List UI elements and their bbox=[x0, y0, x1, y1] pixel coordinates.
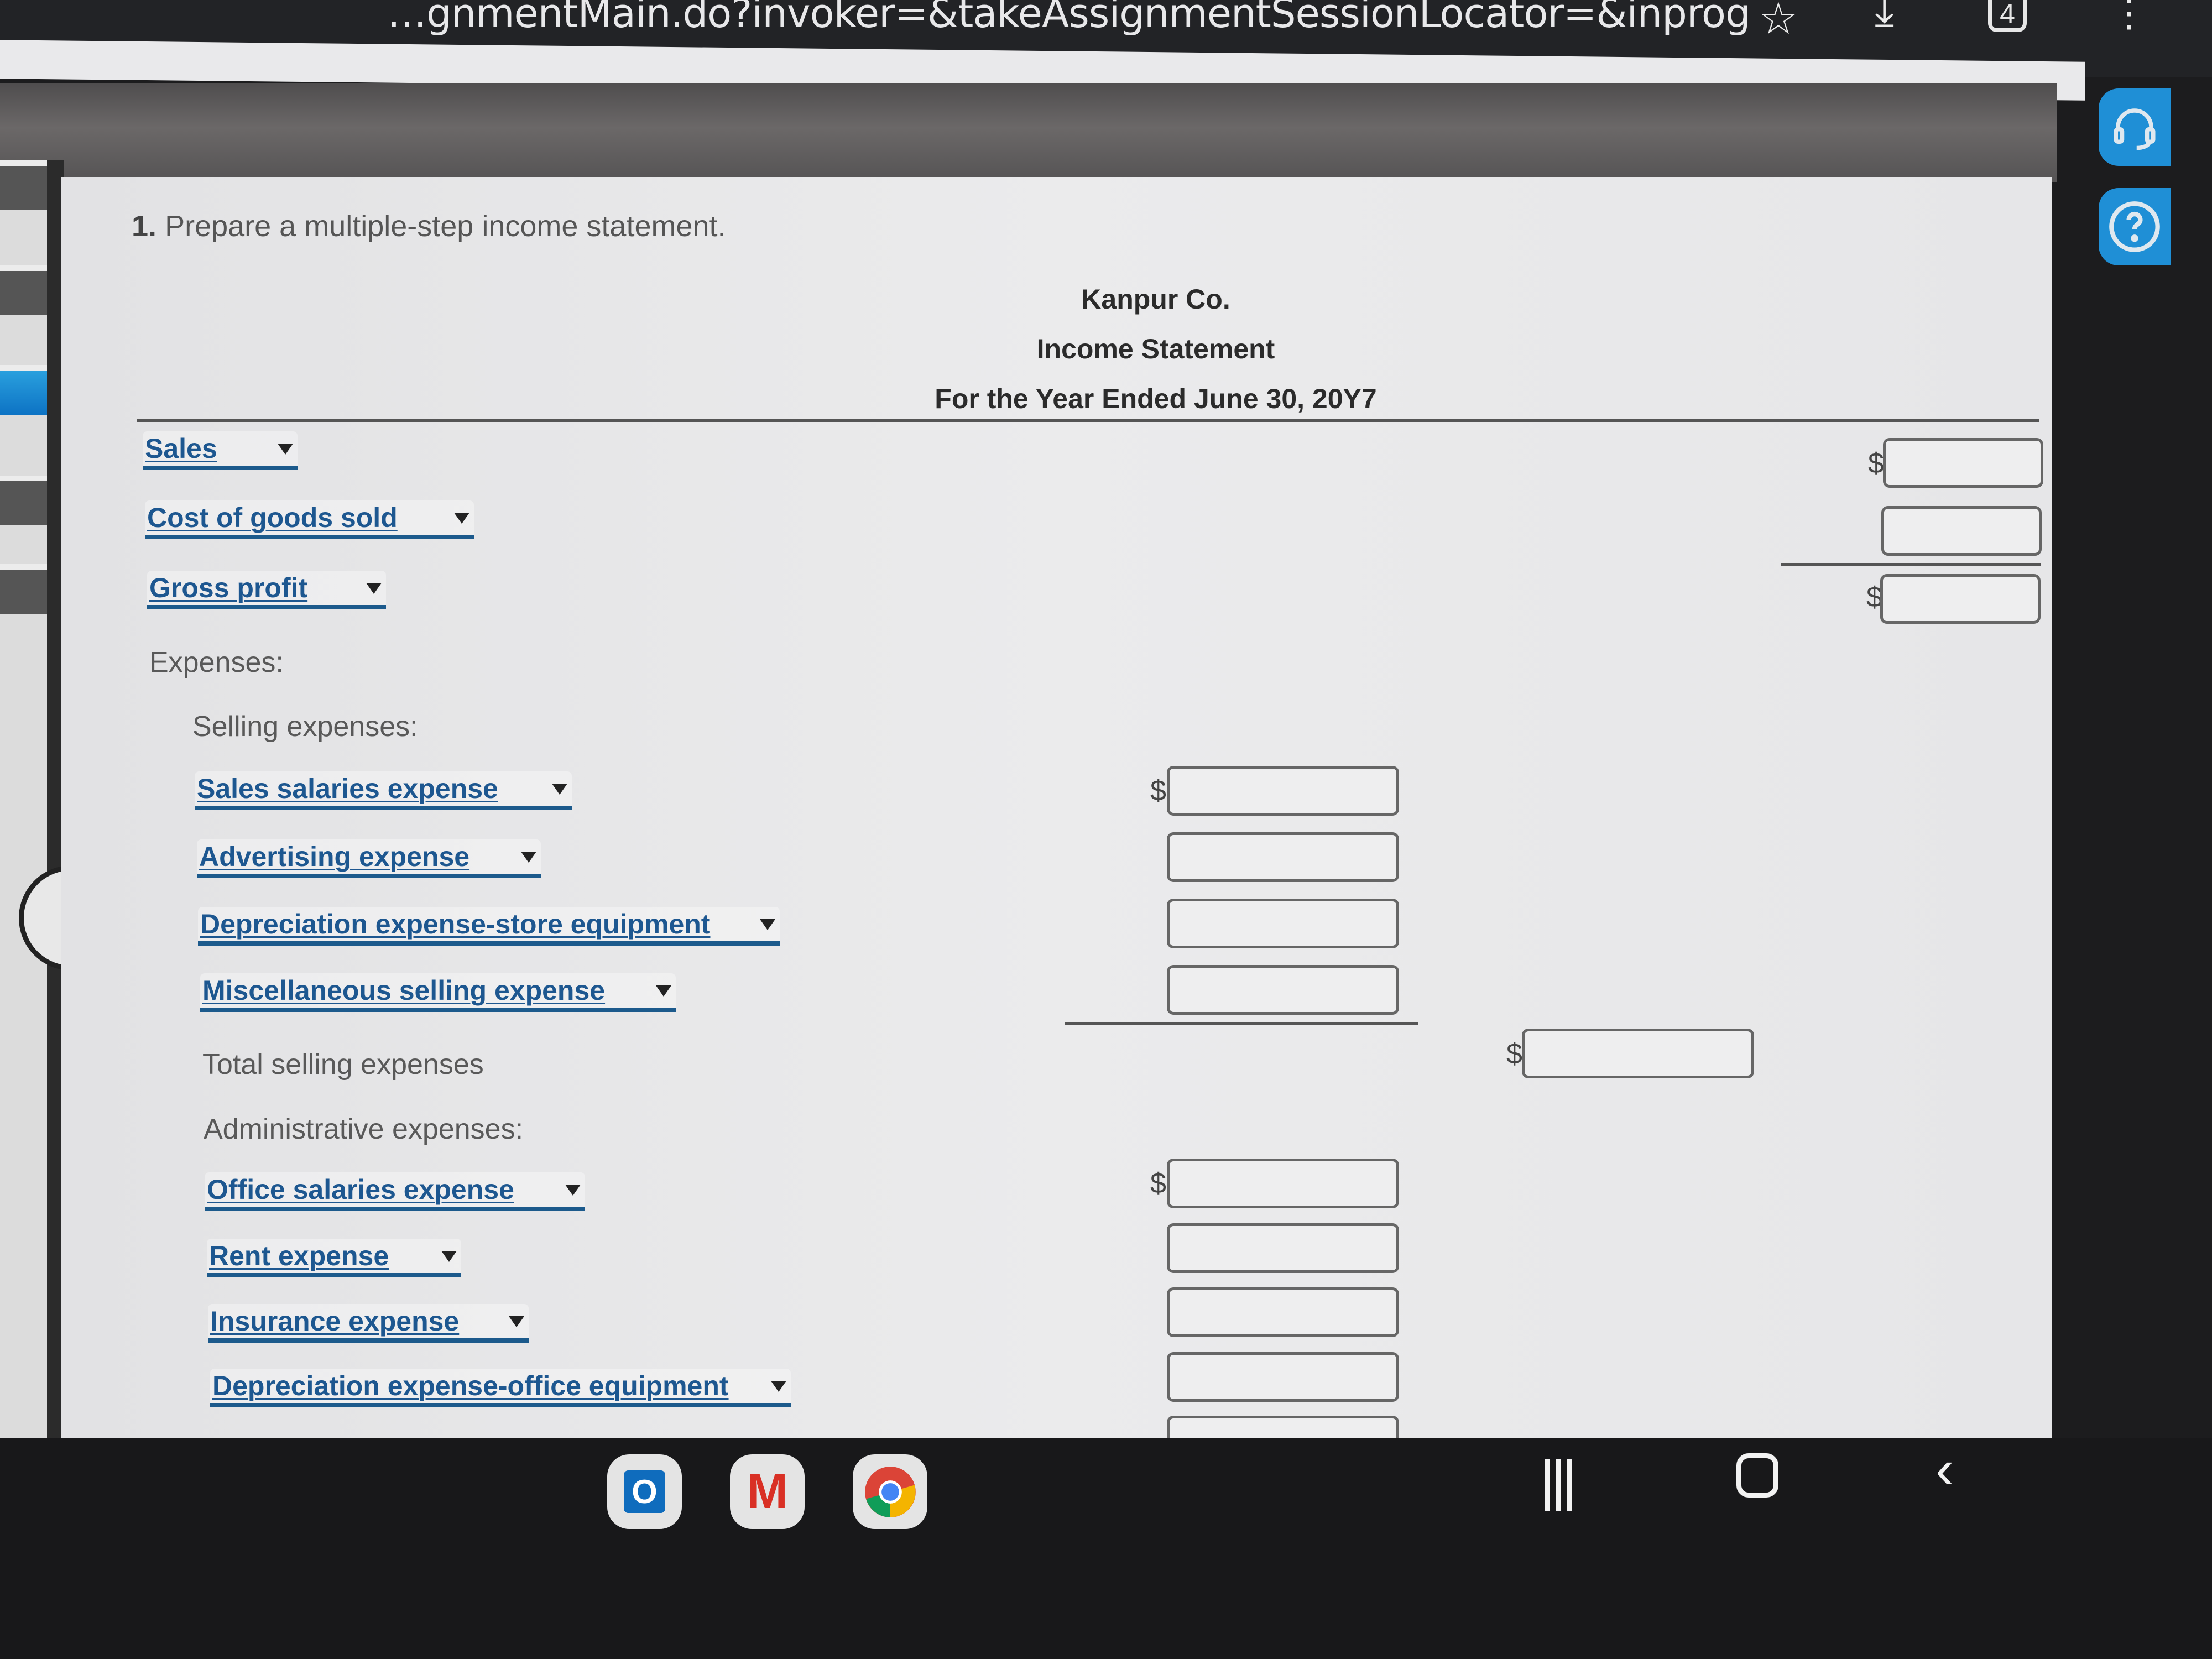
admin-expense-dropdown[interactable]: Depreciation expense-office equipment bbox=[210, 1369, 791, 1407]
more-menu-icon[interactable]: ⋮ bbox=[2110, 0, 2148, 32]
selling-expense-amount-input[interactable] bbox=[1167, 766, 1399, 816]
dropdown-label: Miscellaneous selling expense bbox=[202, 975, 606, 1006]
gross-profit-amount-input[interactable] bbox=[1880, 574, 2041, 624]
admin-expense-amount-input-partial[interactable] bbox=[1167, 1416, 1399, 1438]
currency-symbol: $ bbox=[1868, 447, 1884, 479]
expenses-label: Expenses: bbox=[149, 646, 284, 679]
selling-expense-amount-input[interactable] bbox=[1167, 899, 1399, 948]
dropdown-label: Rent expense bbox=[209, 1240, 389, 1271]
selling-expense-amount-input[interactable] bbox=[1167, 832, 1399, 882]
admin-expense-amount-input[interactable] bbox=[1167, 1352, 1399, 1402]
bookmark-star-icon[interactable]: ☆ bbox=[1759, 0, 1798, 41]
question-tab[interactable] bbox=[0, 476, 47, 525]
dropdown-label: Depreciation expense-office equipment bbox=[212, 1370, 729, 1401]
currency-symbol: $ bbox=[1506, 1038, 1522, 1070]
dropdown-label: Sales bbox=[145, 433, 217, 464]
header-rule bbox=[137, 419, 2039, 422]
currency-symbol: $ bbox=[1150, 1167, 1166, 1199]
address-bar[interactable]: …gnmentMain.do?invoker=&takeAssignmentSe… bbox=[387, 0, 1751, 36]
currency-symbol: $ bbox=[1150, 775, 1166, 807]
subtotal-rule bbox=[1781, 563, 2041, 566]
dropdown-label: Gross profit bbox=[149, 572, 308, 603]
dropdown-label: Advertising expense bbox=[199, 841, 470, 872]
subtotal-rule bbox=[1065, 1022, 1418, 1025]
question-tab[interactable] bbox=[0, 564, 47, 614]
chevron-down-icon bbox=[565, 1185, 581, 1196]
assignment-header-bar bbox=[0, 83, 2057, 182]
gmail-app-icon[interactable]: M bbox=[730, 1454, 805, 1529]
chevron-down-icon bbox=[656, 985, 671, 997]
question-number: 1. bbox=[132, 210, 157, 243]
chevron-down-icon bbox=[552, 784, 567, 795]
selling-expense-dropdown[interactable]: Advertising expense bbox=[197, 839, 541, 878]
administrative-expenses-label: Administrative expenses: bbox=[204, 1113, 524, 1145]
selling-expense-amount-input[interactable] bbox=[1167, 965, 1399, 1015]
tab-count-icon[interactable]: 4 bbox=[1988, 0, 2027, 32]
selling-expense-dropdown[interactable]: Sales salaries expense bbox=[195, 771, 572, 810]
chevron-down-icon bbox=[278, 444, 293, 455]
sales-amount-input[interactable] bbox=[1883, 438, 2043, 488]
chevron-down-icon bbox=[509, 1316, 524, 1327]
admin-expense-dropdown[interactable]: Insurance expense bbox=[208, 1304, 529, 1343]
sales-dropdown[interactable]: Sales bbox=[143, 431, 298, 470]
cogs-dropdown[interactable]: Cost of goods sold bbox=[145, 500, 474, 539]
question-prompt: 1. Prepare a multiple-step income statem… bbox=[132, 209, 726, 243]
back-chevron-icon: ‹ bbox=[1936, 1438, 1954, 1500]
android-taskbar bbox=[0, 1438, 2212, 1659]
headset-icon bbox=[2114, 108, 2156, 150]
back-button[interactable]: ‹ bbox=[1936, 1438, 1954, 1501]
admin-expense-amount-input[interactable] bbox=[1167, 1287, 1399, 1337]
chrome-app-icon[interactable] bbox=[853, 1454, 927, 1529]
chevron-down-icon bbox=[441, 1251, 457, 1262]
admin-expense-amount-input[interactable] bbox=[1167, 1159, 1399, 1208]
help-circle-icon bbox=[2109, 201, 2160, 252]
admin-expense-dropdown[interactable]: Rent expense bbox=[207, 1239, 461, 1277]
chevron-down-icon bbox=[454, 513, 469, 524]
chevron-down-icon bbox=[521, 852, 536, 863]
gross-profit-dropdown[interactable]: Gross profit bbox=[147, 571, 386, 609]
home-icon bbox=[1736, 1453, 1778, 1498]
recent-apps-button[interactable]: ||| bbox=[1540, 1449, 1577, 1512]
total-selling-expenses-input[interactable] bbox=[1522, 1029, 1754, 1078]
selling-expense-dropdown[interactable]: Depreciation expense-store equipment bbox=[198, 907, 780, 946]
selling-expense-dropdown[interactable]: Miscellaneous selling expense bbox=[200, 973, 676, 1012]
download-icon[interactable]: ⤓ bbox=[1875, 0, 1894, 32]
chevron-down-icon bbox=[366, 583, 382, 594]
outlook-app-icon[interactable]: O bbox=[607, 1454, 682, 1529]
statement-period: For the Year Ended June 30, 20Y7 bbox=[935, 383, 1377, 414]
admin-expense-dropdown[interactable]: Office salaries expense bbox=[205, 1172, 585, 1211]
question-tab[interactable] bbox=[0, 160, 47, 210]
chevron-down-icon bbox=[760, 919, 775, 930]
dropdown-label: Cost of goods sold bbox=[147, 502, 398, 533]
statement-title: Income Statement bbox=[1036, 333, 1275, 364]
selling-expenses-label: Selling expenses: bbox=[192, 711, 418, 743]
dropdown-label: Insurance expense bbox=[210, 1306, 460, 1337]
company-name: Kanpur Co. bbox=[1081, 284, 1230, 315]
dropdown-label: Depreciation expense-store equipment bbox=[200, 909, 711, 940]
home-button[interactable] bbox=[1736, 1453, 1778, 1498]
cogs-amount-input[interactable] bbox=[1881, 506, 2042, 556]
chevron-down-icon bbox=[771, 1381, 786, 1392]
dropdown-label: Sales salaries expense bbox=[197, 773, 498, 804]
support-button[interactable] bbox=[2099, 88, 2171, 166]
help-button[interactable] bbox=[2099, 188, 2171, 265]
dropdown-label: Office salaries expense bbox=[207, 1174, 514, 1205]
total-selling-expenses-label: Total selling expenses bbox=[202, 1048, 484, 1081]
admin-expense-amount-input[interactable] bbox=[1167, 1223, 1399, 1273]
question-text: Prepare a multiple-step income statement… bbox=[165, 210, 726, 243]
